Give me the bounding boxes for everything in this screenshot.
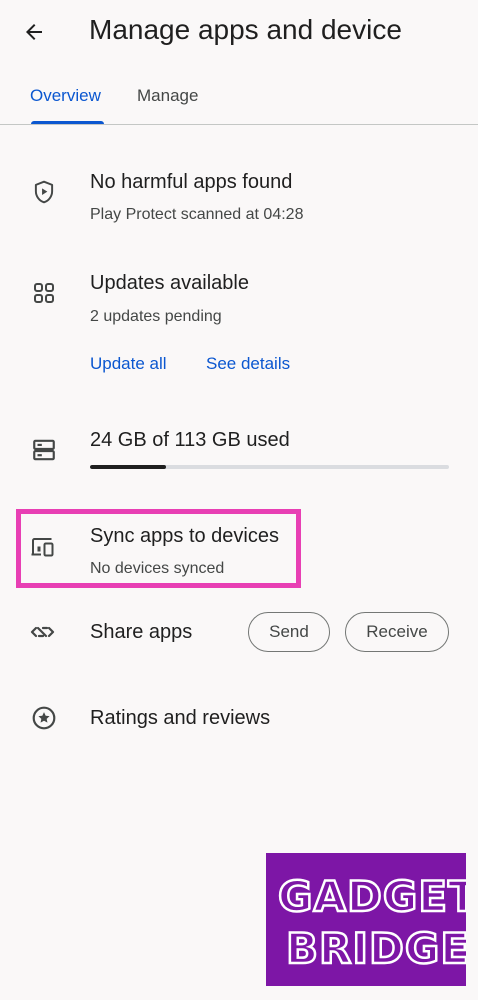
- star-circle-icon: [28, 702, 60, 734]
- storage-icon: [28, 434, 60, 466]
- receive-button[interactable]: Receive: [345, 612, 449, 652]
- storage-title: 24 GB of 113 GB used: [90, 429, 290, 451]
- storage-progress-fill: [90, 465, 167, 469]
- apps-grid-icon: [28, 277, 60, 309]
- highlight-box: [16, 509, 301, 588]
- see-details-button[interactable]: See details: [206, 352, 290, 376]
- storage-progress-bar: [90, 465, 449, 469]
- arrow-back-icon: [26, 24, 42, 40]
- updates-title: Updates available: [90, 272, 249, 294]
- send-button[interactable]: Send: [248, 612, 330, 652]
- updates-subtitle: 2 updates pending: [90, 308, 222, 325]
- tab-overview[interactable]: Overview: [30, 80, 101, 112]
- play-protect-title: No harmful apps found: [90, 171, 293, 193]
- share-title: Share apps: [90, 621, 193, 643]
- play-protect-shield-icon: [28, 176, 60, 208]
- tab-divider: [0, 124, 478, 125]
- svg-text:GADGET: GADGET: [278, 872, 466, 921]
- page-title: Manage apps and device: [89, 14, 402, 45]
- play-protect-subtitle: Play Protect scanned at 04:28: [90, 206, 304, 223]
- gadget-bridge-logo: GADGET BRIDGE: [266, 853, 478, 986]
- ratings-title[interactable]: Ratings and reviews: [90, 705, 270, 731]
- update-all-button[interactable]: Update all: [90, 352, 167, 376]
- nearby-share-icon: [28, 616, 60, 648]
- tab-manage[interactable]: Manage: [137, 80, 198, 112]
- svg-text:BRIDGE: BRIDGE: [286, 924, 466, 973]
- back-button[interactable]: [14, 12, 54, 52]
